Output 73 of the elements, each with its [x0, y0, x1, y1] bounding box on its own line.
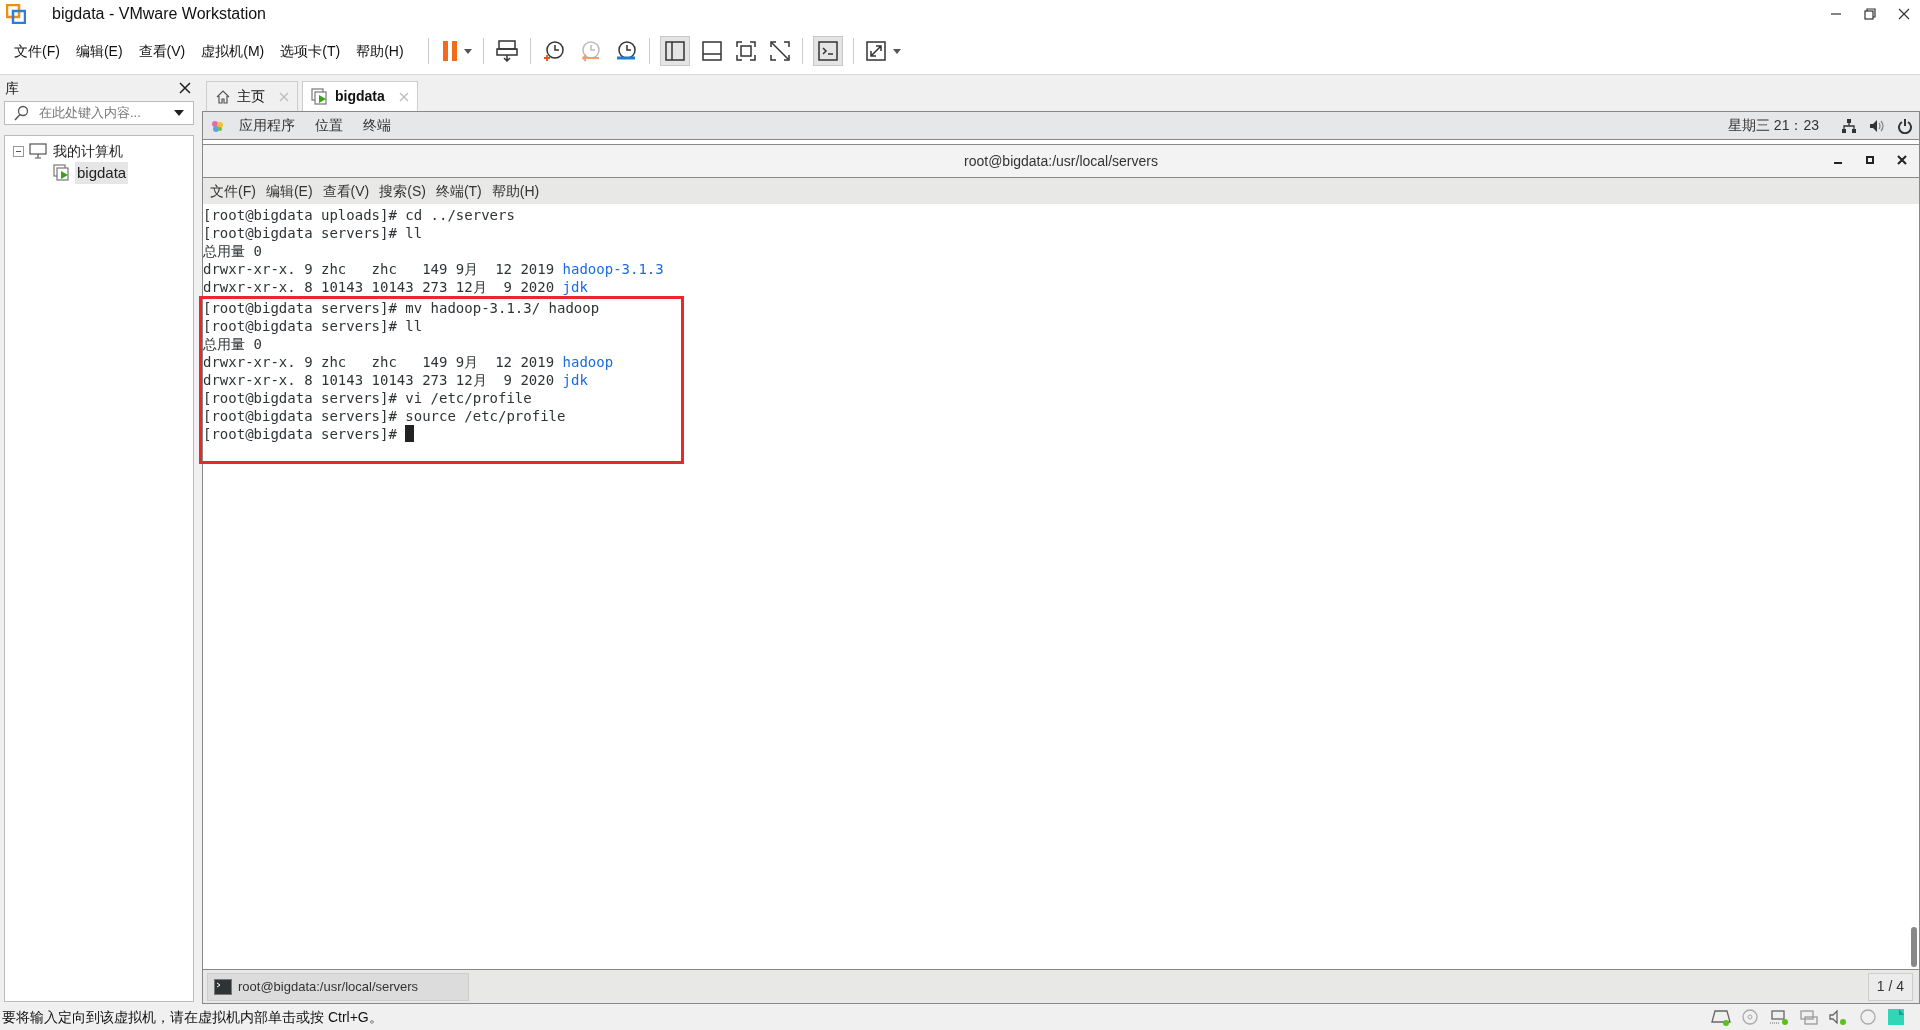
terminal-text: [root@bigdata servers]# mv hadoop-3.1.3/ hadoop	[203, 299, 600, 317]
menu-item[interactable]: 虚拟机(M)	[193, 40, 273, 62]
power-icon[interactable]	[1897, 117, 1913, 134]
terminal-text: drwxr-xr-x. 9 zhc zhc 149 9月 12 2019	[203, 260, 556, 278]
menu-item[interactable]: 选项卡(T)	[272, 40, 349, 62]
tab-label: bigdata	[335, 87, 385, 106]
search-icon	[13, 105, 29, 121]
full-screen-icon[interactable]	[733, 39, 758, 63]
close-icon[interactable]	[1898, 8, 1910, 20]
taskbar-window-button[interactable]: root@bigdata:/usr/local/servers	[207, 972, 469, 1001]
text-cursor	[405, 425, 415, 442]
top-bar-menu[interactable]: 终端	[353, 115, 401, 136]
directory-name: hadoop	[562, 353, 614, 371]
terminal-text: [root@bigdata servers]# source /etc/profile	[203, 407, 566, 425]
computer-icon	[29, 143, 47, 159]
tab-label: 主页	[237, 87, 265, 106]
network-adapter-icon[interactable]	[1768, 1008, 1790, 1026]
tab[interactable]: bigdata	[302, 81, 418, 111]
top-bar-menu[interactable]: 应用程序	[229, 115, 305, 136]
terminal-text: [root@bigdata servers]# vi /etc/profile	[203, 389, 532, 407]
stretch-icon[interactable]	[863, 39, 904, 63]
terminal-menu-item[interactable]: 编辑(E)	[260, 180, 318, 202]
vm-icon	[311, 87, 329, 106]
terminal-text: 总用量 0	[203, 335, 262, 353]
vm-icon	[53, 164, 71, 182]
terminal-text: [root@bigdata servers]# ll	[203, 317, 423, 335]
directory-name: jdk	[562, 371, 588, 389]
send-keys-icon[interactable]	[493, 38, 520, 64]
menu-item[interactable]: 编辑(E)	[67, 40, 131, 62]
app-logo-icon	[6, 4, 26, 24]
terminal-menu-item[interactable]: 帮助(H)	[486, 180, 545, 202]
window-title: bigdata - VMware Workstation	[52, 4, 266, 24]
terminal-text: drwxr-xr-x. 8 10143 10143 273 12月 9 2020	[203, 371, 556, 389]
search-input[interactable]: 在此处键入内容...	[39, 103, 159, 123]
menu-item[interactable]: 帮助(H)	[348, 40, 412, 62]
terminal-text: 总用量 0	[203, 242, 262, 260]
restore-icon[interactable]	[1864, 8, 1876, 20]
terminal-title: root@bigdata:/usr/local/servers	[964, 151, 1158, 171]
terminal-menu-item[interactable]: 搜索(S)	[374, 180, 431, 202]
terminal-menu-item[interactable]: 文件(F)	[205, 180, 261, 202]
menu-item[interactable]: 查看(V)	[130, 40, 194, 62]
status-message: 要将输入定向到该虚拟机，请在虚拟机内部单击或按 Ctrl+G。	[2, 1007, 383, 1027]
terminal-text: [root@bigdata servers]#	[203, 425, 398, 443]
directory-name: jdk	[562, 278, 588, 296]
terminal-icon	[214, 978, 232, 995]
close-icon[interactable]	[1897, 155, 1907, 165]
scrollbar-thumb[interactable]	[1911, 927, 1917, 967]
collapse-icon[interactable]	[13, 145, 24, 157]
search-field[interactable]: 在此处键入内容...	[4, 101, 194, 125]
tree-item[interactable]: 我的计算机	[51, 140, 125, 162]
terminal-menu-item[interactable]: 查看(V)	[317, 180, 375, 202]
terminal-text: drwxr-xr-x. 8 10143 10143 273 12月 9 2020	[203, 278, 556, 296]
console-icon[interactable]	[815, 39, 840, 63]
network-icon[interactable]	[1841, 117, 1857, 134]
taskbar-label: root@bigdata:/usr/local/servers	[238, 977, 419, 996]
sidebar-view-icon[interactable]	[662, 39, 687, 63]
home-icon	[215, 88, 231, 105]
maximize-icon[interactable]	[1865, 155, 1875, 165]
workspace-switcher[interactable]: 1 / 4	[1867, 972, 1913, 1001]
thumbnail-view-icon[interactable]	[699, 39, 724, 63]
unity-icon[interactable]	[767, 39, 792, 63]
close-icon[interactable]	[179, 82, 191, 94]
terminal-menu-item[interactable]: 终端(T)	[430, 180, 487, 202]
clock[interactable]: 星期三 21：23	[1727, 115, 1819, 136]
terminal-text: [root@bigdata uploads]# cd ../servers	[203, 206, 515, 224]
terminal-text: drwxr-xr-x. 9 zhc zhc 149 9月 12 2019	[203, 353, 556, 371]
library-title: 库	[5, 78, 19, 98]
tree-item[interactable]: bigdata	[75, 161, 129, 185]
menu-item[interactable]: 文件(F)	[6, 40, 68, 62]
directory-name: hadoop-3.1.3	[562, 260, 664, 278]
terminal-text: [root@bigdata servers]# ll	[203, 224, 423, 242]
top-bar-menu[interactable]: 位置	[305, 115, 353, 136]
tab[interactable]: 主页	[206, 81, 298, 111]
